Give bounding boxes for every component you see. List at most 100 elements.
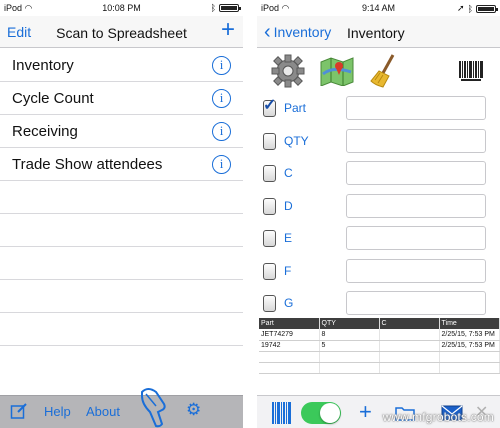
column-header: Part	[259, 318, 320, 329]
f-input[interactable]	[346, 258, 486, 283]
info-icon[interactable]: i	[212, 56, 231, 75]
chevron-left-icon: ‹	[264, 21, 271, 43]
scan-mode-toggle[interactable]	[301, 402, 341, 424]
empty-row	[0, 313, 243, 346]
list-item-label: Receiving	[12, 123, 78, 140]
page-title: Inventory	[347, 25, 405, 41]
table-cell: JET74279	[259, 329, 320, 341]
field-form: ✓ Part QTY C D E F G	[257, 94, 500, 322]
navigation-bar: Edit Scan to Spreadsheet +	[0, 16, 243, 48]
settings-gear-icon[interactable]	[271, 54, 305, 93]
battery-icon	[219, 4, 241, 12]
info-icon[interactable]: i	[212, 155, 231, 174]
f-checkbox[interactable]	[263, 262, 276, 280]
back-button-label: Inventory	[273, 24, 332, 40]
clock: 10:08 PM	[102, 3, 141, 13]
field-label: QTY	[284, 133, 309, 148]
about-button[interactable]: About	[86, 404, 120, 419]
empty-row	[0, 214, 243, 247]
table-cell: 5	[319, 340, 380, 352]
list-item-receiving[interactable]: Receiving i	[0, 115, 243, 148]
action-icon-row	[257, 52, 500, 94]
c-checkbox[interactable]	[263, 165, 276, 182]
map-icon[interactable]	[319, 56, 355, 91]
battery-icon	[476, 4, 498, 13]
list-item-label: Trade Show attendees	[12, 156, 163, 173]
settings-gear-icon[interactable]: ⚙	[186, 400, 201, 420]
field-label: D	[284, 198, 293, 213]
status-bar: iPod ◠ 10:08 PM ᛒ	[0, 0, 243, 16]
table-cell: 2/25/15, 7:53 PM	[439, 329, 500, 341]
g-input[interactable]	[346, 291, 486, 315]
table-cell: 8	[319, 329, 380, 341]
column-header: Time	[439, 318, 500, 329]
info-icon[interactable]: i	[212, 122, 231, 141]
table-cell	[379, 340, 440, 352]
barcode-scanner-icon[interactable]	[138, 386, 170, 428]
list-item-label: Inventory	[12, 57, 74, 74]
empty-row	[0, 181, 243, 214]
part-checkbox[interactable]: ✓	[263, 97, 276, 117]
page-title: Scan to Spreadsheet	[56, 25, 187, 41]
list-item-inventory[interactable]: Inventory i	[0, 49, 243, 82]
empty-row	[259, 362, 500, 374]
info-icon[interactable]: i	[212, 89, 231, 108]
column-header: C	[379, 318, 440, 329]
c-input[interactable]	[346, 161, 486, 185]
e-input[interactable]	[346, 226, 486, 250]
qty-input[interactable]	[346, 128, 486, 153]
table-row[interactable]: 19742 5 2/25/15, 7:53 PM	[259, 340, 500, 352]
add-icon[interactable]: +	[221, 18, 235, 42]
spreadsheet-list: Inventory i Cycle Count i Receiving i Tr…	[0, 49, 243, 346]
barcode-scan-icon[interactable]	[271, 401, 293, 428]
table-header-row: Part QTY C Time	[259, 318, 500, 329]
barcode-icon[interactable]	[458, 60, 484, 87]
d-checkbox[interactable]	[263, 197, 276, 215]
table-row[interactable]: JET74279 8 2/25/15, 7:53 PM	[259, 329, 500, 341]
compose-icon[interactable]	[10, 402, 28, 423]
field-label: G	[284, 296, 294, 310]
location-icon: ➚	[457, 3, 465, 13]
empty-row	[0, 280, 243, 313]
field-row-f: F	[257, 257, 500, 290]
broom-clear-icon[interactable]	[369, 53, 399, 94]
bottom-toolbar: Help About ⚙	[0, 388, 243, 428]
column-header: QTY	[319, 318, 380, 329]
navigation-bar: ‹ Inventory Inventory	[257, 16, 500, 48]
bluetooth-icon: ᛒ	[210, 3, 216, 13]
field-row-c: C	[257, 159, 500, 192]
field-row-g: G	[257, 289, 500, 322]
empty-row	[0, 247, 243, 280]
add-icon[interactable]: +	[359, 399, 372, 425]
table-cell	[379, 329, 440, 341]
scan-results-table: Part QTY C Time JET74279 8 2/25/15, 7:53…	[259, 318, 500, 374]
field-label: Part	[284, 101, 307, 115]
bluetooth-icon: ᛒ	[467, 3, 473, 14]
qty-checkbox[interactable]	[263, 132, 276, 150]
back-button[interactable]: ‹ Inventory	[264, 21, 332, 43]
list-item-label: Cycle Count	[12, 90, 94, 107]
left-phone-screen: iPod ◠ 10:08 PM ᛒ Edit Scan to Spreadshe…	[0, 0, 243, 428]
field-label: C	[284, 166, 293, 180]
field-label: F	[284, 263, 292, 278]
right-phone-screen: iPod ◠ 9:14 AM ➚ ᛒ ‹ Inventory Inventory	[257, 0, 500, 428]
toggle-knob	[320, 403, 340, 423]
watermark: www.mfgrobots.com	[382, 410, 494, 424]
empty-row	[259, 351, 500, 363]
g-checkbox[interactable]	[263, 295, 276, 312]
field-row-part: ✓ Part	[257, 94, 500, 127]
field-row-d: D	[257, 192, 500, 225]
part-input[interactable]	[346, 96, 486, 120]
status-bar: iPod ◠ 9:14 AM ➚ ᛒ	[257, 0, 500, 16]
table-cell: 2/25/15, 7:53 PM	[439, 340, 500, 352]
e-checkbox[interactable]	[263, 230, 276, 247]
field-row-e: E	[257, 224, 500, 257]
list-item-cycle-count[interactable]: Cycle Count i	[0, 82, 243, 115]
list-item-trade-show-attendees[interactable]: Trade Show attendees i	[0, 148, 243, 181]
field-label: E	[284, 231, 293, 245]
help-button[interactable]: Help	[44, 404, 71, 419]
table-cell: 19742	[259, 340, 320, 352]
divider	[243, 0, 257, 428]
d-input[interactable]	[346, 193, 486, 218]
checkmark-icon: ✓	[263, 97, 277, 114]
